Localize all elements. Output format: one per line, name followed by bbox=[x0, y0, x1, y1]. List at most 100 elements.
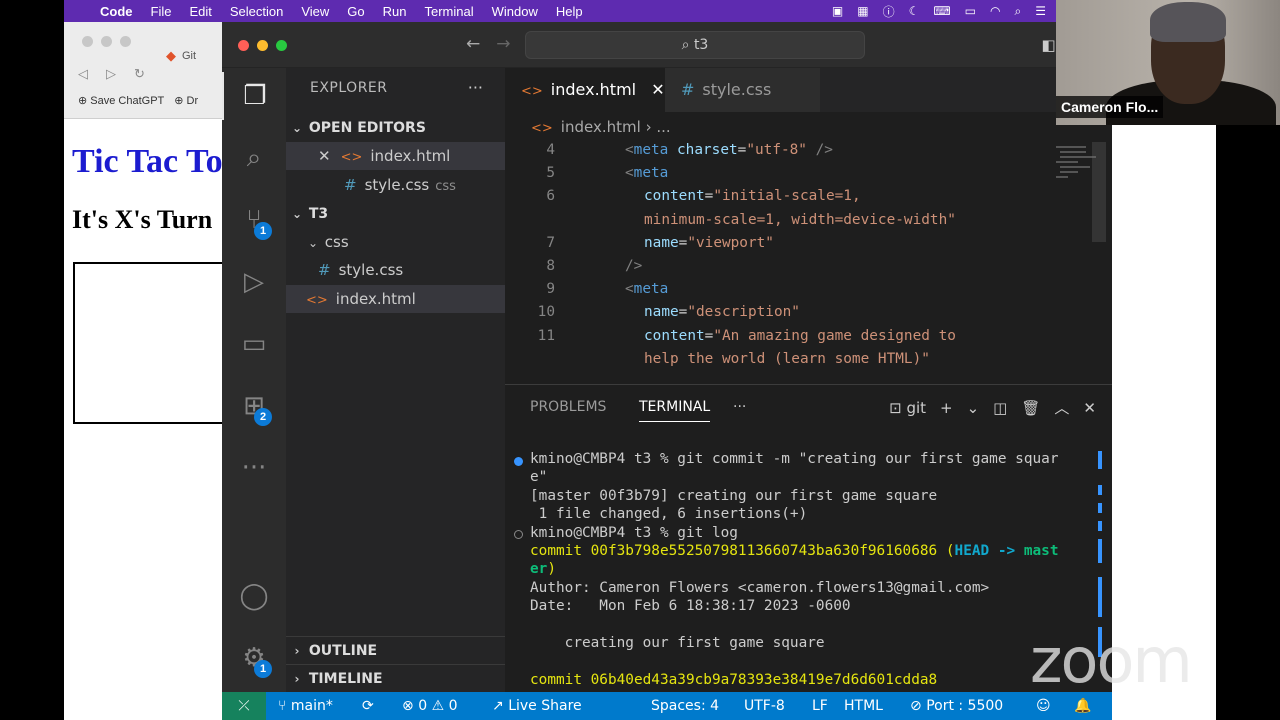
search-icon[interactable]: ⌕ bbox=[222, 134, 286, 182]
explorer-icon[interactable]: ❐ bbox=[222, 72, 286, 120]
zoom-dot[interactable] bbox=[276, 40, 287, 51]
grid-icon[interactable]: ▦ bbox=[857, 4, 868, 18]
bookmark-dr[interactable]: ⊕ Dr bbox=[174, 94, 198, 107]
warning-icon: ⚠ bbox=[431, 698, 445, 714]
tab-problems[interactable]: PROBLEMS bbox=[530, 399, 606, 415]
live-server-port[interactable]: ⊘ Port : 5500 bbox=[910, 692, 1003, 720]
more-icon[interactable]: ··· bbox=[222, 444, 286, 492]
code-token: minimum-scale=1, width=device-width" bbox=[644, 211, 956, 228]
sync-icon[interactable]: ⟳ bbox=[362, 692, 374, 720]
terminal-line: Date: Mon Feb 6 18:38:17 2023 -0600 bbox=[530, 598, 851, 614]
tree-file-index[interactable]: <> index.html bbox=[286, 285, 505, 313]
source-control-icon[interactable]: ⑂ 1 bbox=[222, 196, 286, 244]
problems-indicator[interactable]: ⊗ 0 ⚠ 0 bbox=[402, 692, 458, 720]
back-arrow-icon[interactable]: ← bbox=[466, 34, 480, 54]
keyboard-icon[interactable]: ⌨ bbox=[933, 4, 950, 18]
menu-edit[interactable]: Edit bbox=[189, 4, 211, 19]
live-share-button[interactable]: ↗ Live Share bbox=[492, 692, 582, 720]
zoom-video-tile[interactable]: Cameron Flo... bbox=[1056, 0, 1280, 125]
extensions-icon[interactable]: ⊞ 2 bbox=[222, 382, 286, 430]
chevron-down-icon[interactable]: ⌄ bbox=[967, 399, 980, 417]
open-editor-item[interactable]: # style.css css bbox=[286, 171, 505, 199]
menu-view[interactable]: View bbox=[301, 4, 329, 19]
wifi-icon[interactable]: ◠ bbox=[990, 4, 1000, 18]
menu-run[interactable]: Run bbox=[383, 4, 407, 19]
remote-explorer-icon[interactable]: ▭ bbox=[222, 320, 286, 368]
close-dot[interactable] bbox=[82, 36, 93, 47]
account-icon[interactable]: ◯ bbox=[222, 572, 286, 620]
menu-help[interactable]: Help bbox=[556, 4, 583, 19]
project-folder-header[interactable]: ⌄ T3 bbox=[286, 200, 505, 228]
maximize-panel-icon[interactable]: ︿ bbox=[1054, 397, 1069, 418]
tree-folder-css[interactable]: ⌄ css bbox=[286, 228, 505, 256]
command-success-dot[interactable] bbox=[514, 457, 523, 466]
back-icon[interactable]: ◁ bbox=[78, 66, 88, 82]
open-editors-header[interactable]: ⌄ OPEN EDITORS bbox=[286, 114, 505, 142]
toggle-sidebar-icon[interactable]: ◧ bbox=[1041, 36, 1055, 54]
outline-header[interactable]: › OUTLINE bbox=[286, 636, 505, 664]
trash-icon[interactable]: 🗑 bbox=[1021, 399, 1040, 417]
close-panel-icon[interactable]: ✕ bbox=[1083, 399, 1096, 417]
activity-bar: ❐ ⌕ ⑂ 1 ▷ ▭ ⊞ 2 ··· ◯ ⚙ 1 bbox=[222, 68, 286, 692]
game-square[interactable] bbox=[73, 262, 224, 424]
menu-window[interactable]: Window bbox=[492, 4, 538, 19]
search-icon[interactable]: ⌕ bbox=[1015, 4, 1022, 19]
screen-share-icon[interactable]: ▣ bbox=[832, 4, 843, 18]
menu-terminal[interactable]: Terminal bbox=[425, 4, 474, 19]
battery-icon[interactable]: ▭ bbox=[965, 4, 976, 18]
eol-indicator[interactable]: LF bbox=[812, 692, 828, 720]
minimap[interactable] bbox=[1056, 142, 1106, 384]
close-icon[interactable]: ✕ bbox=[651, 80, 664, 99]
info-icon[interactable]: ⓘ bbox=[883, 3, 895, 20]
minimap-slider[interactable] bbox=[1092, 142, 1106, 242]
tab-terminal[interactable]: TERMINAL bbox=[639, 399, 711, 422]
code-token: help the world (learn some HTML)" bbox=[644, 350, 930, 367]
forward-arrow-icon[interactable]: → bbox=[496, 34, 510, 54]
close-dot[interactable] bbox=[238, 40, 249, 51]
new-terminal-icon[interactable]: + bbox=[940, 399, 953, 417]
language-mode[interactable]: HTML bbox=[844, 692, 883, 720]
menu-app-name[interactable]: Code bbox=[100, 4, 133, 19]
split-terminal-icon[interactable]: ◫ bbox=[993, 399, 1007, 417]
explorer-sidebar: EXPLORER ··· ⌄ OPEN EDITORS ✕ <> index.htm… bbox=[286, 68, 505, 692]
zoom-dot[interactable] bbox=[120, 36, 131, 47]
menu-selection[interactable]: Selection bbox=[230, 4, 283, 19]
browser-tab[interactable]: ◆ Git bbox=[150, 34, 212, 78]
open-editor-item[interactable]: ✕ <> index.html bbox=[286, 142, 505, 170]
remote-indicator-icon[interactable]: ⤫ bbox=[222, 692, 266, 720]
tab-index-html[interactable]: <> index.html ✕ bbox=[505, 68, 665, 112]
branch-indicator[interactable]: ⑂ main* bbox=[278, 692, 333, 720]
close-icon[interactable]: ✕ bbox=[318, 147, 331, 165]
panel-more-icon[interactable]: ··· bbox=[733, 399, 746, 415]
encoding-indicator[interactable]: UTF-8 bbox=[744, 692, 785, 720]
run-debug-icon[interactable]: ▷ bbox=[222, 258, 286, 306]
timeline-header[interactable]: › TIMELINE bbox=[286, 664, 505, 692]
minimize-dot[interactable] bbox=[257, 40, 268, 51]
menu-file[interactable]: File bbox=[151, 4, 172, 19]
breadcrumb-symbol[interactable]: ... bbox=[656, 118, 670, 136]
tree-file-style[interactable]: # style.css bbox=[286, 256, 505, 284]
terminal-line: [master 00f3b79] creating our first game… bbox=[530, 488, 938, 504]
command-center[interactable]: ⌕ t3 bbox=[525, 31, 865, 59]
control-center-icon[interactable]: ☰ bbox=[1035, 4, 1046, 18]
section-title: OPEN EDITORS bbox=[308, 120, 426, 136]
indentation-indicator[interactable]: Spaces: 4 bbox=[651, 692, 719, 720]
terminal-shell[interactable]: ⊡ git bbox=[889, 399, 926, 417]
bookmark-save-chatgpt[interactable]: ⊕ Save ChatGPT bbox=[78, 94, 164, 107]
reload-icon[interactable]: ↻ bbox=[134, 66, 145, 82]
settings-gear-icon[interactable]: ⚙ 1 bbox=[222, 634, 286, 682]
branch-ref: mast bbox=[1023, 543, 1059, 559]
code-editor[interactable]: 4 <meta charset="utf-8" /> 5 <meta 6 content=… bbox=[505, 142, 1112, 384]
menu-go[interactable]: Go bbox=[347, 4, 364, 19]
minimize-dot[interactable] bbox=[101, 36, 112, 47]
tab-style-css[interactable]: # style.css bbox=[665, 68, 820, 112]
explorer-more-icon[interactable]: ··· bbox=[468, 78, 483, 97]
command-running-dot[interactable] bbox=[514, 530, 523, 539]
moon-icon[interactable]: ☾ bbox=[909, 4, 920, 18]
live-share-label: Live Share bbox=[508, 698, 582, 714]
forward-icon[interactable]: ▷ bbox=[106, 66, 116, 82]
breadcrumb-file[interactable]: index.html bbox=[561, 118, 641, 136]
history-nav: ← → bbox=[466, 34, 511, 54]
terminal[interactable]: kmino@CMBP4 t3 % git commit -m "creating… bbox=[505, 447, 1112, 693]
error-icon: ⊗ bbox=[402, 698, 414, 714]
